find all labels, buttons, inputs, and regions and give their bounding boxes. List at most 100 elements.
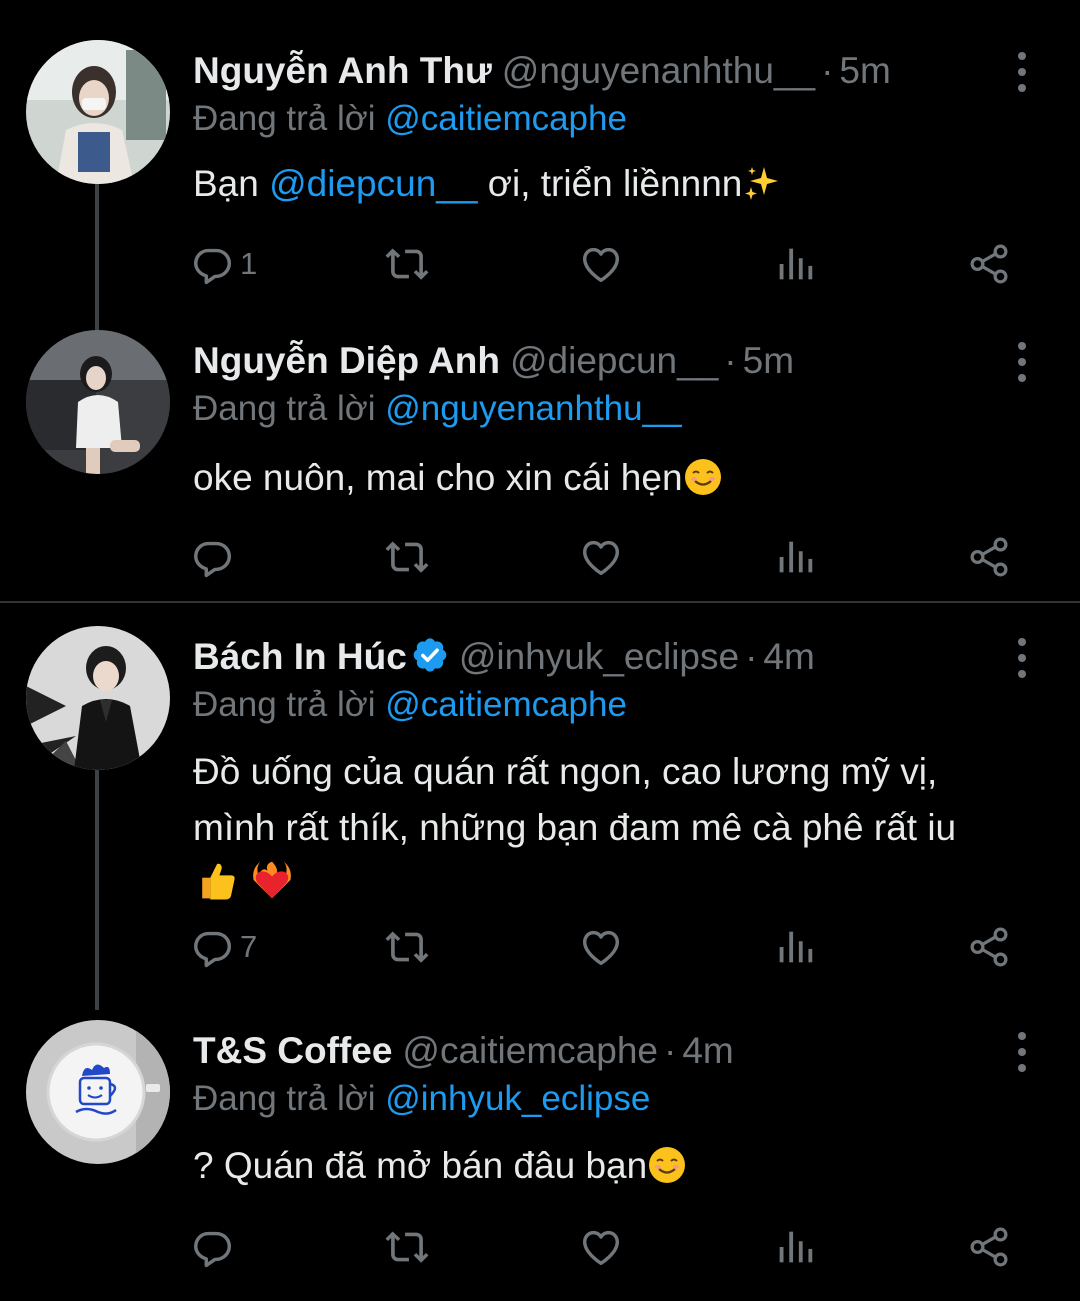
heart-icon (582, 930, 620, 966)
retweet-button[interactable] (384, 239, 430, 289)
reply-button[interactable]: 7 (190, 922, 257, 972)
replying-prefix: Đang trả lời (193, 685, 376, 724)
like-button[interactable] (578, 1222, 624, 1272)
timestamp[interactable]: 4m (763, 636, 814, 677)
retweet-icon (385, 1231, 429, 1263)
action-bar (190, 532, 1020, 582)
share-button[interactable] (966, 239, 1012, 289)
display-name[interactable]: Nguyễn Anh Thư (193, 50, 492, 91)
user-handle[interactable]: @caitiemcaphe (402, 1030, 658, 1071)
replying-to: Đang trả lời @inhyuk_eclipse (193, 1076, 650, 1122)
reply-icon (194, 1231, 232, 1268)
reply-icon (194, 931, 232, 968)
smiling-face-emoji-icon (684, 459, 721, 495)
conversation-divider (0, 601, 1080, 603)
views-icon (779, 248, 813, 280)
replying-to: Đang trả lời @caitiemcaphe (193, 682, 627, 728)
mention-link[interactable]: @diepcun__ (269, 163, 477, 204)
tweet[interactable]: T&S Coffee @caitiemcaphe · 4m Đang trả lời … (0, 1020, 1080, 1280)
like-button[interactable] (578, 532, 624, 582)
tweet-text: Đồ uống của quán rất ngon, cao lương mỹ … (193, 744, 1040, 912)
views-button[interactable] (772, 239, 818, 289)
share-icon (970, 927, 1008, 967)
avatar[interactable] (26, 1020, 170, 1164)
tweet-text: oke nuôn, mai cho xin cái hẹn (193, 450, 1040, 506)
replying-prefix: Đang trả lời (193, 99, 376, 138)
replying-mention[interactable]: @caitiemcaphe (385, 685, 627, 724)
thread-line (95, 770, 99, 1010)
timestamp[interactable]: 4m (682, 1030, 733, 1071)
retweet-button[interactable] (384, 1222, 430, 1272)
retweet-button[interactable] (384, 532, 430, 582)
user-handle[interactable]: @nguyenanhthu__ (502, 50, 815, 91)
replying-prefix: Đang trả lời (193, 1079, 376, 1118)
views-icon (779, 931, 813, 963)
replying-to: Đang trả lời @nguyenanhthu__ (193, 386, 682, 432)
user-handle[interactable]: @inhyuk_eclipse (459, 636, 739, 677)
tweet-header: T&S Coffee @caitiemcaphe · 4m (193, 1028, 1000, 1074)
share-button[interactable] (966, 532, 1012, 582)
separator-dot: · (821, 50, 834, 91)
emoji-line (193, 856, 1040, 912)
more-vertical-icon[interactable] (1004, 52, 1040, 92)
reply-button[interactable]: 1 (190, 239, 257, 289)
more-vertical-icon[interactable] (1004, 342, 1040, 382)
views-button[interactable] (772, 532, 818, 582)
separator-dot: · (663, 1030, 677, 1071)
reply-count: 7 (240, 929, 258, 964)
timestamp[interactable]: 5m (743, 340, 794, 381)
replying-to: Đang trả lời @caitiemcaphe (193, 96, 627, 142)
text-segment: oke nuôn, mai cho xin cái hẹn (193, 457, 683, 498)
retweet-button[interactable] (384, 922, 430, 972)
display-name[interactable]: Bách In Húc (193, 636, 407, 677)
retweet-icon (385, 931, 429, 963)
separator-dot: · (745, 636, 758, 677)
text-segment: ơi, triển liềnnnn (477, 163, 743, 204)
heart-icon (582, 1230, 620, 1266)
action-bar: 7 (190, 922, 1020, 972)
thread-line (95, 184, 99, 354)
display-name[interactable]: T&S Coffee (193, 1030, 392, 1071)
heart-on-fire-emoji-icon (253, 861, 292, 899)
action-bar: 1 (190, 239, 1020, 289)
tweet-header: Bách In Húc @inhyuk_eclipse · 4m (193, 634, 1000, 680)
more-vertical-icon[interactable] (1004, 638, 1040, 678)
display-name[interactable]: Nguyễn Diệp Anh (193, 340, 500, 381)
replying-mention[interactable]: @inhyuk_eclipse (385, 1079, 650, 1118)
retweet-icon (385, 248, 429, 280)
tweet[interactable]: Nguyễn Diệp Anh @diepcun__ · 5m Đang trả lờ… (0, 330, 1080, 590)
avatar[interactable] (26, 330, 170, 474)
timestamp[interactable]: 5m (839, 50, 890, 91)
tweet[interactable]: Nguyễn Anh Thư @nguyenanhthu__ · 5m Đang tr… (0, 40, 1080, 354)
like-button[interactable] (578, 922, 624, 972)
avatar[interactable] (26, 626, 170, 770)
views-icon (779, 1231, 813, 1263)
thumbs-up-emoji-icon (202, 863, 235, 900)
replying-prefix: Đang trả lời (193, 389, 376, 428)
more-vertical-icon[interactable] (1004, 1032, 1040, 1072)
tweet-header: Nguyễn Diệp Anh @diepcun__ · 5m (193, 338, 1000, 384)
reply-count: 1 (240, 246, 258, 281)
tweet-text: ? Quán đã mở bán đâu bạn (193, 1138, 1040, 1194)
share-icon (970, 244, 1008, 284)
replying-mention[interactable]: @caitiemcaphe (385, 99, 627, 138)
reply-button[interactable] (190, 1222, 240, 1272)
like-button[interactable] (578, 239, 624, 289)
tweet-text: Bạn @diepcun__ ơi, triển liềnnnn (193, 156, 1040, 212)
avatar[interactable] (26, 40, 170, 184)
user-handle[interactable]: @diepcun__ (510, 340, 718, 381)
text-segment: Bạn (193, 163, 270, 204)
tweet[interactable]: Bách In Húc @inhyuk_eclipse · 4m Đang trả l… (0, 626, 1080, 1010)
share-button[interactable] (966, 922, 1012, 972)
share-button[interactable] (966, 1222, 1012, 1272)
reply-button[interactable] (190, 532, 240, 582)
text-line: Đồ uống của quán rất ngon, cao lương mỹ … (193, 751, 938, 792)
sparkles-emoji-icon (745, 167, 779, 200)
smiling-face-emoji-icon (649, 1147, 686, 1183)
views-button[interactable] (772, 922, 818, 972)
heart-icon (582, 540, 620, 576)
text-segment: ? Quán đã mở bán đâu bạn (193, 1145, 648, 1186)
tweet-header: Nguyễn Anh Thư @nguyenanhthu__ · 5m (193, 48, 1000, 94)
replying-mention[interactable]: @nguyenanhthu__ (385, 389, 681, 428)
views-button[interactable] (772, 1222, 818, 1272)
